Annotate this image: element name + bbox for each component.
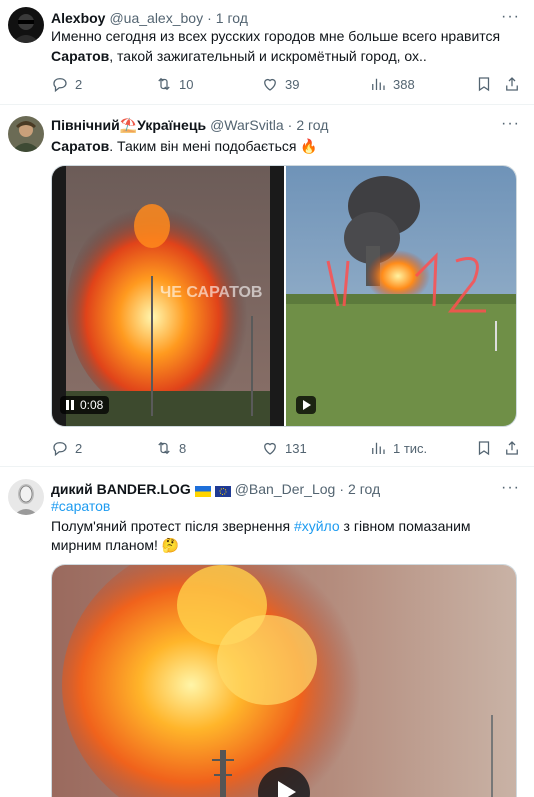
more-icon[interactable]: ··· <box>501 8 520 26</box>
like-button[interactable]: 131 <box>261 438 307 458</box>
media-grid[interactable]: ЧЕ САРАТОВ 0:08 <box>51 165 517 427</box>
timestamp[interactable]: 1 год <box>216 10 248 26</box>
umbrella-emoji-icon: ⛱️ <box>119 116 138 133</box>
video-thumbnail-3[interactable] <box>51 564 517 797</box>
reply-icon <box>53 442 67 457</box>
reply-icon <box>53 78 67 93</box>
tweet-text-bold: Саратов <box>51 47 110 64</box>
tweet-header: Alexboy @ua_alex_boy · 1 год ··· <box>51 8 520 28</box>
share-icon <box>506 77 518 91</box>
like-icon <box>264 442 276 455</box>
timestamp[interactable]: 2 год <box>348 481 380 497</box>
views-count: 388 <box>393 76 415 92</box>
author-handle[interactable]: @ua_alex_boy <box>109 10 203 26</box>
separator-dot: · <box>207 10 212 26</box>
retweet-button[interactable]: 10 <box>155 74 193 94</box>
retweet-icon <box>158 441 170 455</box>
reply-count: 2 <box>75 76 83 92</box>
tweet-text-part: . Таким він мені подобається 🔥 <box>109 138 318 154</box>
author-name[interactable]: Alexboy <box>51 10 105 26</box>
tweet-header: дикий BANDER.LOG @Ban_Der_Log · 2 год ··… <box>51 479 520 499</box>
bookmark-button[interactable] <box>475 438 493 458</box>
separator-dot: · <box>287 117 293 133</box>
separator-dot: · <box>339 481 345 497</box>
bookmark-button[interactable] <box>475 74 493 94</box>
author-name[interactable]: Північний⛱️Українець <box>51 117 206 134</box>
share-button[interactable] <box>503 74 521 94</box>
timestamp[interactable]: 2 год <box>296 117 328 133</box>
tweet-text-bold: Саратов <box>51 138 110 154</box>
author-name-part: Північний <box>51 116 120 133</box>
hashtag-link[interactable]: #саратов <box>51 498 110 514</box>
tweet-text-part: мирним планом! 🤔 <box>51 537 180 553</box>
avatar[interactable] <box>8 116 44 152</box>
ukraine-flag-icon <box>194 484 211 497</box>
avatar[interactable] <box>8 479 44 515</box>
reply-button[interactable]: 2 <box>51 438 82 458</box>
retweet-button[interactable]: 8 <box>155 438 186 458</box>
views-count: 1 тис. <box>393 440 428 456</box>
share-icon <box>506 441 518 455</box>
tweet[interactable]: Північний⛱️Українець @WarSvitla · 2 год … <box>0 105 534 467</box>
avatar[interactable] <box>8 7 44 43</box>
retweet-count: 10 <box>179 76 194 92</box>
author-handle[interactable]: @WarSvitla <box>210 117 284 133</box>
reply-button[interactable]: 2 <box>51 74 82 94</box>
video-thumbnail-1[interactable]: ЧЕ САРАТОВ 0:08 <box>52 166 284 426</box>
video-time-label: 0:08 <box>80 398 104 412</box>
like-count: 131 <box>285 440 307 456</box>
tweet-text: #саратов Полум'яний протест після зверне… <box>51 497 524 556</box>
more-icon[interactable]: ··· <box>501 115 520 133</box>
bookmark-icon <box>478 441 490 456</box>
action-bar: 2 8 131 1 тис. <box>51 438 521 458</box>
play-icon[interactable] <box>296 396 316 414</box>
tweet-text-part: Полум'яний протест після звернення <box>51 517 294 534</box>
tweet-text: Саратов. Таким він мені подобається 🔥 <box>51 137 524 157</box>
tweet[interactable]: дикий BANDER.LOG @Ban_Der_Log · 2 год ··… <box>0 467 534 797</box>
views-icon <box>372 78 385 90</box>
retweet-count: 8 <box>179 440 187 456</box>
like-button[interactable]: 39 <box>261 74 299 94</box>
retweet-icon <box>158 77 170 91</box>
views-icon <box>372 442 385 454</box>
action-bar: 2 10 39 388 <box>51 74 521 94</box>
tweet-text-part: Именно сегодня из всех русских городов м… <box>51 28 501 44</box>
more-icon[interactable]: ··· <box>501 479 520 497</box>
tweet-text-part: з гівном помазаним <box>339 517 471 534</box>
video-watermark: ЧЕ САРАТОВ <box>160 284 263 301</box>
pause-icon <box>66 400 74 410</box>
video-timer[interactable]: 0:08 <box>60 396 110 414</box>
tweet[interactable]: Alexboy @ua_alex_boy · 1 год ··· Именно … <box>0 0 534 105</box>
hashtag-link[interactable]: #хуйло <box>294 518 340 534</box>
tweet-text-part: , такой зажигательный и искромётный горо… <box>109 47 427 64</box>
author-name[interactable]: дикий BANDER.LOG <box>51 481 191 497</box>
reply-count: 2 <box>75 440 83 456</box>
video-thumbnail-2[interactable] <box>284 166 516 426</box>
like-icon <box>264 78 276 91</box>
tweet-header: Північний⛱️Українець @WarSvitla · 2 год … <box>51 115 520 135</box>
views-button[interactable]: 388 <box>369 74 415 94</box>
author-handle[interactable]: @Ban_Der_Log <box>235 481 336 497</box>
bookmark-icon <box>478 77 490 92</box>
share-button[interactable] <box>503 438 521 458</box>
eu-flag-icon <box>214 484 231 497</box>
like-count: 39 <box>285 76 300 92</box>
views-button[interactable]: 1 тис. <box>369 438 427 458</box>
tweet-text: Именно сегодня из всех русских городов м… <box>51 27 524 66</box>
author-name-part: Українець <box>137 116 207 133</box>
